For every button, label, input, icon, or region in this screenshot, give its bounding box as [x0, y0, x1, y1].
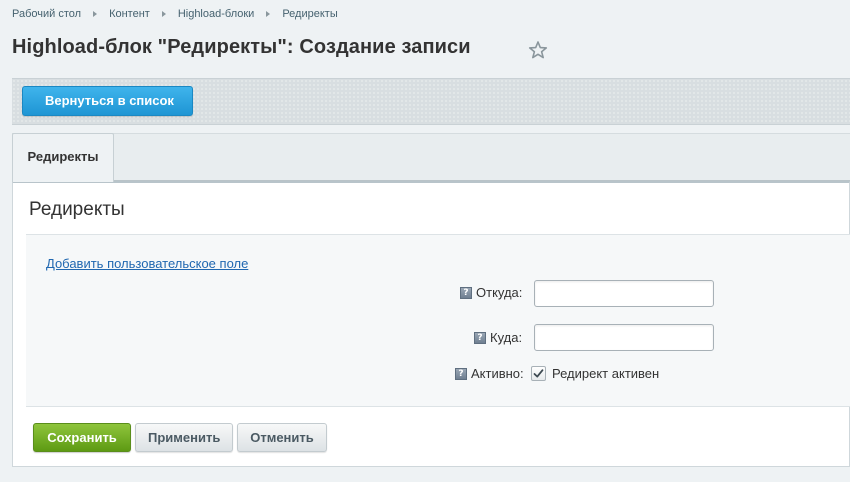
to-field-row: ? Куда:	[474, 330, 522, 345]
from-input[interactable]	[534, 280, 714, 307]
chevron-right-icon	[161, 11, 166, 17]
breadcrumb-item-content[interactable]: Контент	[109, 8, 150, 20]
active-label: Активно:	[471, 366, 524, 381]
chevron-right-icon	[93, 11, 98, 17]
active-checkbox-label: Редирект активен	[552, 366, 660, 381]
from-label: Откуда:	[476, 285, 523, 300]
star-icon[interactable]	[528, 40, 548, 60]
breadcrumb-item-desktop[interactable]: Рабочий стол	[12, 8, 81, 20]
to-label: Куда:	[490, 330, 523, 345]
help-icon[interactable]: ?	[460, 286, 472, 299]
breadcrumb-item-redirects[interactable]: Редиректы	[282, 8, 337, 20]
tab-strip-background	[12, 133, 850, 180]
help-icon[interactable]: ?	[474, 331, 486, 344]
checkmark-icon	[533, 369, 544, 378]
active-field-row: ? Активно:	[455, 366, 524, 381]
form-area: Добавить пользовательское поле ? Откуда:…	[26, 234, 850, 407]
back-to-list-button[interactable]: Вернуться в список	[22, 86, 193, 116]
to-input[interactable]	[534, 324, 714, 351]
cancel-button[interactable]: Отменить	[237, 423, 327, 452]
tab-redirects[interactable]: Редиректы	[12, 133, 114, 182]
chevron-right-icon	[266, 11, 271, 17]
from-field-row: ? Откуда:	[460, 285, 522, 300]
page-title: Highload-блок "Редиректы": Создание запи…	[12, 36, 471, 58]
save-button[interactable]: Сохранить	[33, 423, 131, 452]
add-custom-field-link[interactable]: Добавить пользовательское поле	[46, 256, 248, 271]
back-to-list-label: Вернуться в список	[45, 93, 174, 108]
help-icon[interactable]: ?	[455, 367, 467, 380]
edit-panel: Редиректы Добавить пользовательское поле…	[12, 181, 850, 467]
active-checkbox-row: Редирект активен	[531, 366, 659, 381]
breadcrumb-item-highload[interactable]: Highload-блоки	[178, 8, 255, 20]
breadcrumb: Рабочий стол Контент Highload-блоки Реди…	[12, 8, 338, 20]
active-checkbox[interactable]	[531, 366, 546, 381]
section-title: Редиректы	[29, 199, 125, 220]
tab-strip: Редиректы	[12, 133, 850, 182]
apply-button[interactable]: Применить	[135, 423, 233, 452]
